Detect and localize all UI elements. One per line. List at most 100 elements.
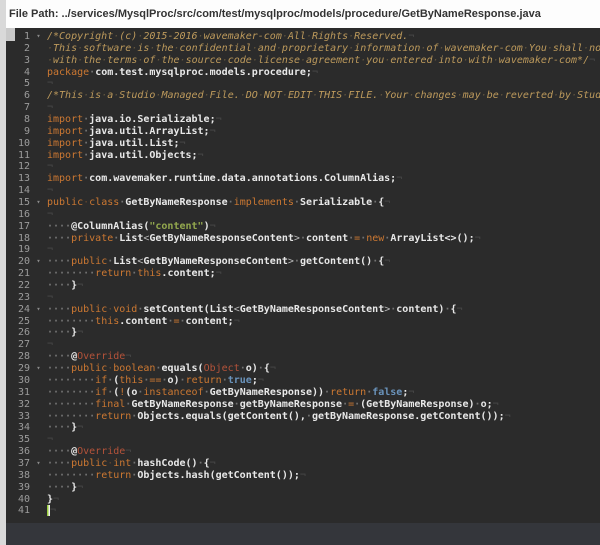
code-line-text[interactable]: ····}¬ (47, 327, 600, 339)
code-line-text[interactable]: public·class·GetByNameResponse·implement… (47, 197, 600, 209)
code-token: · (433, 55, 439, 66)
fold-gutter (30, 67, 47, 79)
code-token: ···· (47, 221, 71, 232)
code-line-text[interactable]: ····public·int·hashCode()·{¬ (47, 458, 600, 470)
code-token: · (294, 197, 300, 208)
code-token: · (155, 90, 161, 101)
fold-arrow-icon[interactable]: ▾ (30, 304, 47, 316)
fold-arrow-icon[interactable]: ▾ (30, 458, 47, 470)
code-token: proprietary (282, 43, 348, 54)
code-line-text[interactable]: ····@Override¬ (47, 446, 600, 458)
fold-gutter (30, 505, 47, 517)
line-number: 18 (6, 233, 30, 245)
code-token: · (258, 363, 264, 374)
line-number: 20 (6, 256, 30, 268)
code-line-text[interactable]: ·with·the·terms·of·the·source·code·licen… (47, 55, 600, 67)
code-token: ···· (47, 256, 71, 267)
code-line-text[interactable]: /*Copyright·(c)·2015-2016·wavemaker-com·… (47, 31, 600, 43)
code-line: 25 ········this.content·=·content;¬ (6, 316, 600, 328)
code-line-text[interactable]: ¬ (47, 209, 600, 221)
code-line-text[interactable]: ····@Override¬ (47, 351, 600, 363)
code-line-text[interactable]: ¬ (47, 102, 600, 114)
code-token: · (83, 138, 89, 149)
eol-mark: ¬ (234, 316, 240, 327)
code-line-text[interactable]: ¬ (47, 244, 600, 256)
code-line-text[interactable]: ¬ (47, 161, 600, 173)
code-line-text[interactable]: package·com.test.mysqlproc.models.proced… (47, 67, 600, 79)
code-line-text[interactable]: import·java.io.Serializable;¬ (47, 114, 600, 126)
line-number: 8 (6, 114, 30, 126)
code-line-text[interactable]: /*This·is·a·Studio·Managed·File.·DO·NOT·… (47, 90, 600, 102)
code-line-text[interactable]: ········if·(!(o·instanceof·GetByNameResp… (47, 387, 600, 399)
code-token: · (180, 375, 186, 386)
code-line-text[interactable]: ····public·List<GetByNameResponseContent… (47, 256, 600, 268)
code-token: { (204, 458, 210, 469)
fold-gutter (30, 470, 47, 482)
fold-gutter (30, 244, 47, 256)
code-line-text[interactable]: ¬ (47, 292, 600, 304)
code-line-text[interactable]: ·This·software·is·the·confidential·and·p… (47, 43, 600, 55)
line-number: 25 (6, 316, 30, 328)
code-token: · (438, 43, 444, 54)
code-token: ···· (47, 327, 71, 338)
fold-arrow-icon[interactable]: ▾ (30, 31, 47, 43)
code-line: 5¬ (6, 78, 600, 90)
code-token: software (83, 43, 131, 54)
code-line-text[interactable]: ····private·List<GetByNameResponseConten… (47, 233, 600, 245)
code-token: GetByNameResponse)) (210, 387, 324, 398)
line-number: 11 (6, 150, 30, 162)
code-line-text[interactable]: import·java.util.ArrayList;¬ (47, 126, 600, 138)
code-token: java.util.List; (89, 138, 179, 149)
code-token: · (276, 43, 282, 54)
code-line-text[interactable]: ········return·Objects.equals(getContent… (47, 411, 600, 423)
code-line-text[interactable]: ····}¬ (47, 422, 600, 434)
code-token: · (113, 233, 119, 244)
fold-gutter (30, 292, 47, 304)
code-line-text[interactable]: ····}¬ (47, 280, 600, 292)
code-token: File. (210, 90, 240, 101)
code-token: ···· (47, 482, 71, 493)
code-token: · (475, 399, 481, 410)
code-token: this (137, 268, 161, 279)
fold-arrow-icon[interactable]: ▾ (30, 256, 47, 268)
code-token: List (119, 233, 143, 244)
code-editor[interactable]: 1▾/*Copyright·(c)·2015-2016·wavemaker-co… (6, 28, 600, 523)
fold-arrow-icon[interactable]: ▾ (30, 363, 47, 375)
eol-mark: ¬ (47, 244, 53, 255)
code-token: import (47, 138, 83, 149)
code-line-text[interactable]: ····@ColumnAlias("content")¬ (47, 221, 600, 233)
code-token: All (288, 31, 306, 42)
code-token: terms (107, 55, 137, 66)
eol-mark: ¬ (384, 197, 390, 208)
code-line-text[interactable]: ¬ (47, 78, 600, 90)
code-line-text[interactable]: ········return·this.content;¬ (47, 268, 600, 280)
code-line-text[interactable]: ¬ (47, 339, 600, 351)
code-token: hashCode() (137, 458, 197, 469)
code-line-text[interactable]: ········if·(this·==·o)·return·true;¬ (47, 375, 600, 387)
code-line-text[interactable]: ····public·boolean·equals(Object·o)·{¬ (47, 363, 600, 375)
code-line-text[interactable]: ····public·void·setContent(List<GetByNam… (47, 304, 600, 316)
code-token: (o (125, 387, 137, 398)
code-line-text[interactable]: ········this.content·=·content;¬ (47, 316, 600, 328)
line-number: 16 (6, 209, 30, 221)
code-token: GetByNameResponseContent (143, 256, 288, 267)
code-line-text[interactable]: import·java.util.Objects;¬ (47, 150, 600, 162)
code-token: · (47, 55, 53, 66)
code-line: 27¬ (6, 339, 600, 351)
code-line-text[interactable]: }¬ (47, 494, 600, 506)
code-line-text[interactable]: ········final·GetByNameResponse·getByNam… (47, 399, 600, 411)
code-token: of (426, 43, 438, 54)
code-token: · (342, 399, 348, 410)
code-line: 16 ¬ (6, 209, 600, 221)
code-line-text[interactable]: ········return·Objects.hash(getContent()… (47, 470, 600, 482)
code-line-text[interactable]: ¬ (47, 185, 600, 197)
code-line-text[interactable]: import·com.wavemaker.runtime.data.annota… (47, 173, 600, 185)
code-line-text[interactable]: ¬ (47, 505, 600, 517)
code-line-text[interactable]: ¬ (47, 434, 600, 446)
code-token: · (457, 90, 463, 101)
fold-arrow-icon[interactable]: ▾ (30, 197, 47, 209)
code-line-text[interactable]: import·java.util.List;¬ (47, 138, 600, 150)
code-token: · (125, 399, 131, 410)
code-token: code (228, 55, 252, 66)
code-line-text[interactable]: ····}¬ (47, 482, 600, 494)
